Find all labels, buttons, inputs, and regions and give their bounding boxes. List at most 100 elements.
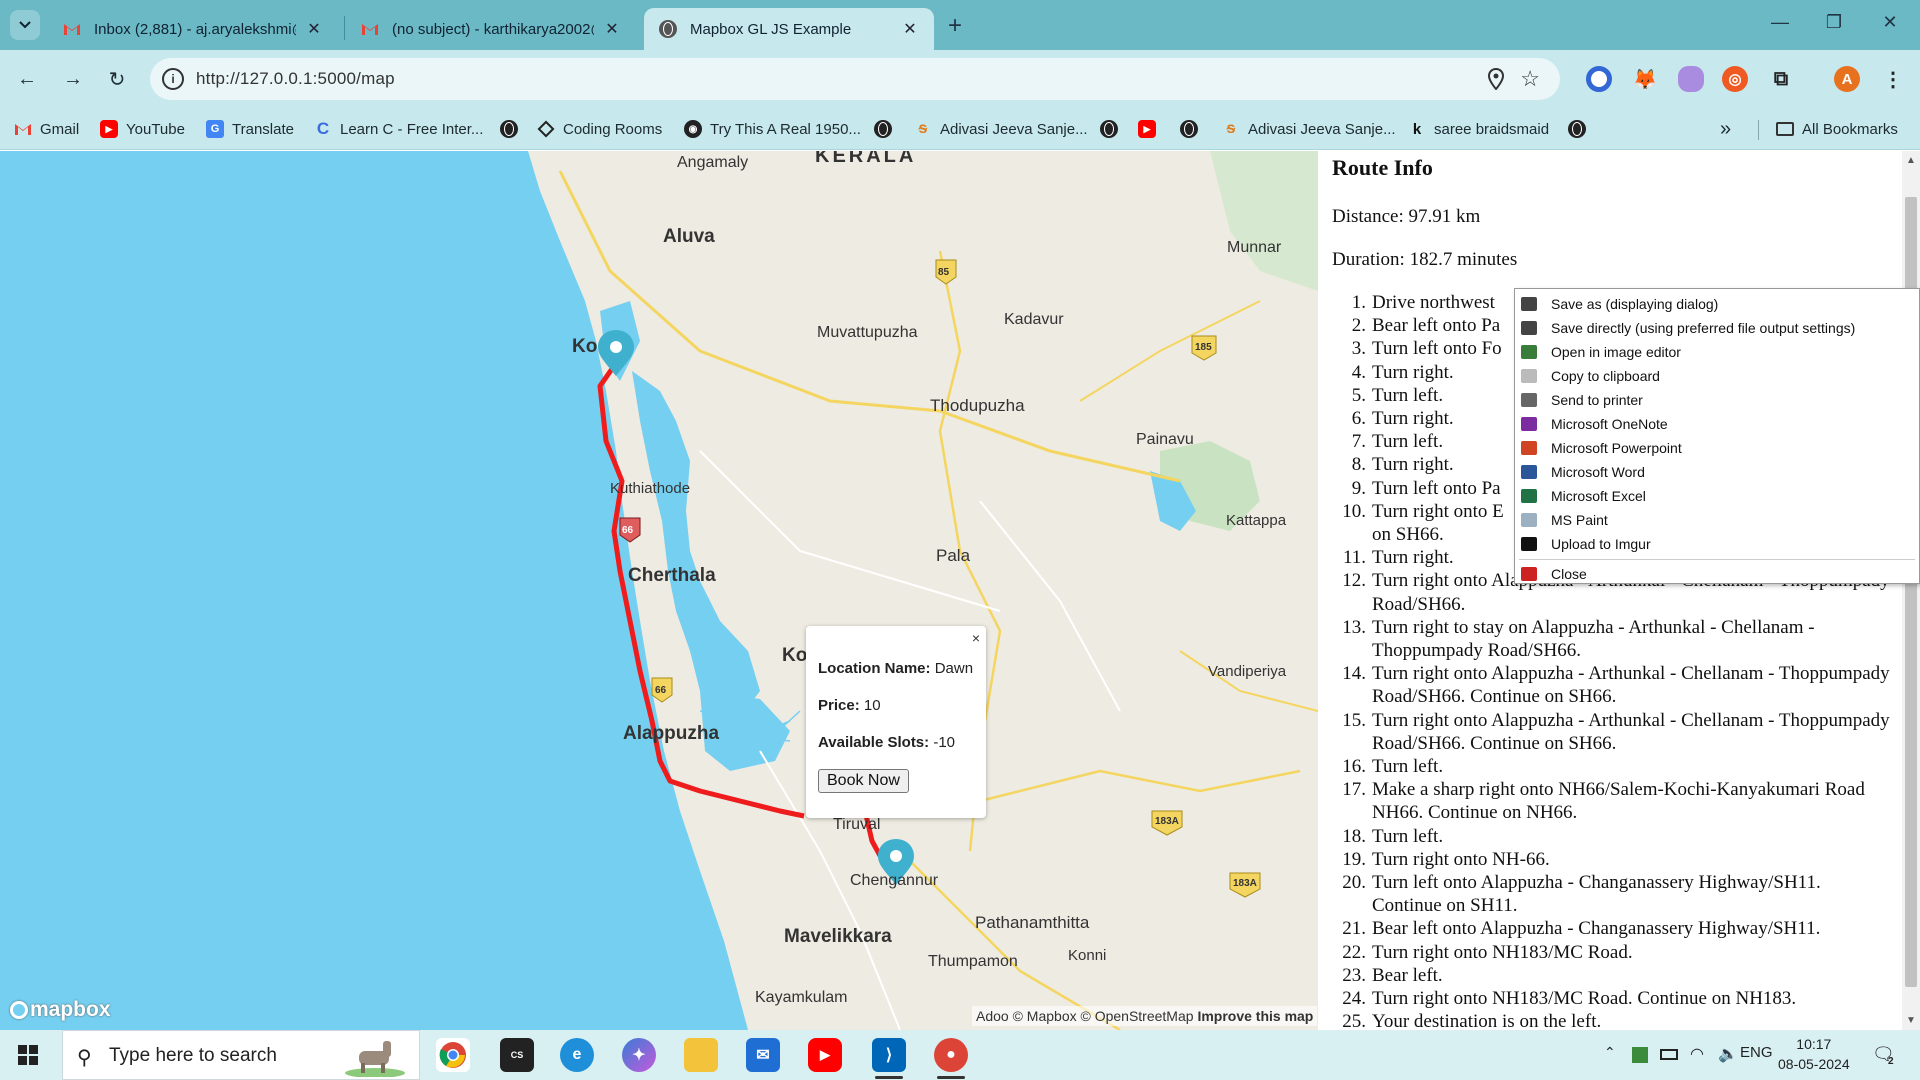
address-bar[interactable]: i http://127.0.0.1:5000/map ☆ bbox=[150, 58, 1560, 100]
mail-icon[interactable]: ✉ bbox=[746, 1038, 780, 1072]
context-menu-item[interactable]: Save as (displaying dialog) bbox=[1515, 292, 1919, 316]
context-menu-item[interactable]: Microsoft Excel bbox=[1515, 484, 1919, 508]
route-step-number: 9. bbox=[1351, 477, 1366, 499]
minimize-button[interactable]: — bbox=[1760, 12, 1800, 33]
tab-no-subject[interactable]: (no subject) - karthikarya2002@ ✕ bbox=[346, 8, 636, 50]
translate-icon: G bbox=[206, 120, 224, 138]
context-menu-item[interactable]: Copy to clipboard bbox=[1515, 364, 1919, 388]
location-popup: × Location Name: Dawn Price: 10 Availabl… bbox=[806, 626, 986, 818]
restore-button[interactable]: ❐ bbox=[1814, 12, 1854, 33]
tab-mapbox[interactable]: Mapbox GL JS Example ✕ bbox=[644, 8, 934, 50]
battery-icon[interactable] bbox=[1660, 1049, 1678, 1060]
bookmark-label: Try This A Real 1950... bbox=[710, 120, 861, 138]
close-tab-icon[interactable]: ✕ bbox=[304, 19, 324, 39]
tab-inbox[interactable]: Inbox (2,881) - aj.aryalekshmi@ ✕ bbox=[48, 8, 338, 50]
edge-icon[interactable]: e bbox=[560, 1038, 594, 1072]
route-step: 19. Turn right onto NH-66. bbox=[1332, 848, 1892, 871]
context-menu-item[interactable]: Microsoft Powerpoint bbox=[1515, 436, 1919, 460]
tab-search-button[interactable] bbox=[10, 10, 40, 40]
reload-button[interactable]: ↻ bbox=[102, 64, 132, 94]
bookmarks-more-button[interactable]: » bbox=[1720, 116, 1731, 142]
popup-close-button[interactable]: × bbox=[972, 630, 980, 646]
close-tab-icon[interactable]: ✕ bbox=[602, 19, 622, 39]
taskbar-search-box[interactable]: ⚲ Type here to search bbox=[62, 1030, 420, 1080]
scroll-down-arrow-icon[interactable]: ▼ bbox=[1906, 1015, 1916, 1026]
profile-avatar[interactable]: A bbox=[1834, 66, 1860, 92]
imgur-icon bbox=[1521, 537, 1537, 551]
volume-icon[interactable]: 🔈 bbox=[1718, 1044, 1738, 1064]
context-menu-item[interactable]: Open in image editor bbox=[1515, 340, 1919, 364]
context-menu-item[interactable]: Save directly (using preferred file outp… bbox=[1515, 316, 1919, 340]
bookmark-globe-5[interactable] bbox=[1568, 116, 1586, 142]
context-menu-item[interactable]: Microsoft OneNote bbox=[1515, 412, 1919, 436]
route-step-number: 2. bbox=[1351, 315, 1366, 337]
bookmark-youtube[interactable]: ▶ YouTube bbox=[100, 116, 185, 142]
back-button[interactable]: ← bbox=[12, 64, 42, 94]
context-menu-item[interactable]: Upload to Imgur bbox=[1515, 532, 1919, 556]
map-label-kadavur: Kadavur bbox=[1004, 311, 1064, 328]
new-tab-button[interactable]: + bbox=[948, 12, 962, 40]
bookmark-translate[interactable]: G Translate bbox=[206, 116, 294, 142]
metamask-icon[interactable]: 🦊 bbox=[1632, 66, 1658, 92]
attribution-text[interactable]: © Mapbox © OpenStreetMap bbox=[1013, 1008, 1194, 1024]
url-text[interactable]: http://127.0.0.1:5000/map bbox=[196, 69, 395, 89]
bookmark-star-icon[interactable]: ☆ bbox=[1520, 66, 1540, 92]
browser-menu-icon[interactable]: ⋮ bbox=[1880, 66, 1906, 92]
wifi-icon[interactable]: ◠ bbox=[1690, 1044, 1704, 1064]
vscode-icon[interactable]: ⟩ bbox=[872, 1038, 906, 1072]
file-explorer-icon[interactable] bbox=[684, 1038, 718, 1072]
bookmark-coding-rooms[interactable]: Coding Rooms bbox=[537, 116, 662, 142]
improve-map-link[interactable]: Improve this map bbox=[1197, 1008, 1313, 1024]
context-menu-item[interactable]: Close bbox=[1515, 562, 1919, 586]
bookmark-saree[interactable]: k saree braidsmaid bbox=[1408, 116, 1549, 142]
extension-cloud-icon[interactable] bbox=[1678, 66, 1704, 92]
bookmark-globe-3[interactable] bbox=[1100, 116, 1118, 142]
chrome-profile-icon[interactable]: ● bbox=[934, 1038, 968, 1072]
bookmark-adivasi-2[interactable]: ᵴ Adivasi Jeeva Sanje... bbox=[1222, 116, 1396, 142]
site-info-icon[interactable]: i bbox=[162, 68, 184, 90]
map-attribution: Adoo © Mapbox © OpenStreetMap Improve th… bbox=[972, 1006, 1318, 1026]
bookmark-youtube-2[interactable]: ▶ bbox=[1138, 116, 1164, 142]
close-window-button[interactable]: ✕ bbox=[1870, 12, 1910, 33]
bookmark-try-this[interactable]: ◉ Try This A Real 1950... bbox=[684, 116, 861, 142]
windows-start-icon[interactable] bbox=[18, 1045, 38, 1065]
cybersky-icon[interactable]: CS bbox=[500, 1038, 534, 1072]
bookmark-learn-c[interactable]: C Learn C - Free Inter... bbox=[314, 116, 484, 142]
context-menu-label: Save directly (using preferred file outp… bbox=[1551, 320, 1856, 336]
youtube-icon[interactable]: ▶ bbox=[808, 1038, 842, 1072]
globe-icon bbox=[658, 19, 678, 39]
bookmark-gmail[interactable]: Gmail bbox=[14, 116, 79, 142]
chevron-down-icon bbox=[19, 21, 31, 29]
forward-button[interactable]: → bbox=[58, 64, 88, 94]
tray-app-icon[interactable] bbox=[1632, 1047, 1648, 1063]
bookmark-globe-2[interactable] bbox=[874, 116, 892, 142]
context-menu-item[interactable]: Microsoft Word bbox=[1515, 460, 1919, 484]
chrome-icon[interactable] bbox=[436, 1038, 470, 1072]
extension-orange-icon[interactable]: ◎ bbox=[1722, 66, 1748, 92]
context-menu-item[interactable]: Send to printer bbox=[1515, 388, 1919, 412]
close-tab-icon[interactable]: ✕ bbox=[900, 19, 920, 39]
panel-scrollbar[interactable]: ▲ ▼ bbox=[1902, 151, 1920, 1030]
mapbox-logo[interactable]: mapbox bbox=[10, 998, 111, 1022]
taskbar-clock[interactable]: 10:17 08-05-2024 bbox=[1778, 1034, 1850, 1074]
extension-circle-icon[interactable] bbox=[1586, 66, 1612, 92]
bookmark-globe-4[interactable] bbox=[1180, 116, 1198, 142]
route-duration: Duration: 182.7 minutes bbox=[1332, 249, 1518, 270]
book-now-button[interactable]: Book Now bbox=[818, 769, 909, 793]
bookmark-adivasi-1[interactable]: ᵴ Adivasi Jeeva Sanje... bbox=[914, 116, 1088, 142]
tray-overflow-icon[interactable]: ⌃ bbox=[1604, 1044, 1616, 1061]
location-pin-icon[interactable] bbox=[1487, 67, 1505, 95]
bookmark-globe-1[interactable] bbox=[500, 116, 518, 142]
map-canvas[interactable]: KERALA Angamaly Aluva Munnar Ko Muvattup… bbox=[0, 151, 1318, 1030]
context-menu-item[interactable]: MS Paint bbox=[1515, 508, 1919, 532]
all-bookmarks-button[interactable]: All Bookmarks bbox=[1776, 116, 1898, 142]
shield-label-185: 185 bbox=[1195, 342, 1212, 353]
arrow-left-icon: ← bbox=[17, 67, 37, 90]
route-step-text: Turn right onto Alappuzha - Arthunkal - … bbox=[1372, 709, 1890, 754]
copilot-icon[interactable]: ✦ bbox=[622, 1038, 656, 1072]
extensions-puzzle-icon[interactable]: ⧉ bbox=[1768, 66, 1794, 92]
route-step: 15. Turn right onto Alappuzha - Arthunkal… bbox=[1332, 709, 1892, 755]
scroll-up-arrow-icon[interactable]: ▲ bbox=[1906, 155, 1916, 166]
route-step: 14. Turn right onto Alappuzha - Arthunkal… bbox=[1332, 662, 1892, 708]
language-indicator[interactable]: ENG bbox=[1740, 1044, 1773, 1061]
